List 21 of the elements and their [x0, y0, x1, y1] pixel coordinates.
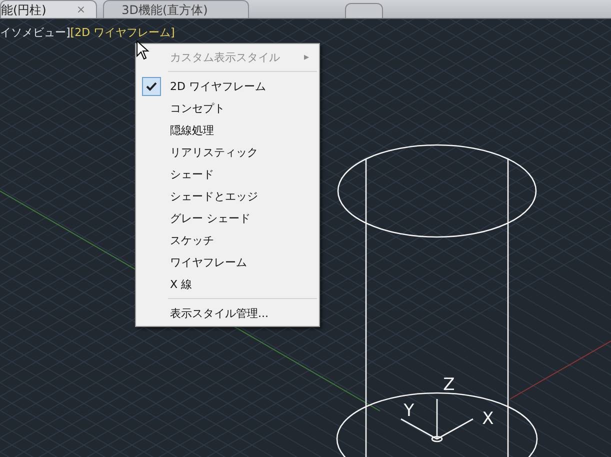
cursor-icon — [136, 40, 150, 60]
menu-item[interactable]: コンセプト — [136, 97, 319, 119]
new-tab-button[interactable] — [344, 3, 383, 18]
menu-item[interactable]: 隠線処理 — [136, 119, 319, 141]
x-axis-label: X — [482, 409, 494, 429]
menu-item[interactable]: リアリスティック — [136, 141, 319, 163]
menu-item[interactable]: シェードとエッジ — [136, 185, 319, 207]
document-tab[interactable]: 3D機能(直方体) — [102, 0, 249, 18]
menu-item[interactable]: 表示スタイル管理... — [136, 302, 319, 324]
ucs-icon — [400, 399, 474, 442]
menu-item[interactable]: シェード — [136, 163, 319, 185]
visual-style-label[interactable]: [2D ワイヤフレーム] — [70, 25, 175, 40]
menu-item[interactable]: X 線 — [136, 273, 319, 295]
z-axis-label: Z — [443, 375, 455, 395]
view-label[interactable]: イソメビュー] — [0, 25, 70, 40]
menu-item[interactable]: グレー シェード — [136, 207, 319, 229]
menu-item[interactable]: ワイヤフレーム — [136, 251, 319, 273]
menu-item[interactable]: スケッチ — [136, 229, 319, 251]
menu-item[interactable]: 2D ワイヤフレーム — [136, 75, 319, 97]
document-tab[interactable]: 能(円柱) × — [0, 0, 97, 18]
y-axis-label: Y — [404, 401, 414, 421]
